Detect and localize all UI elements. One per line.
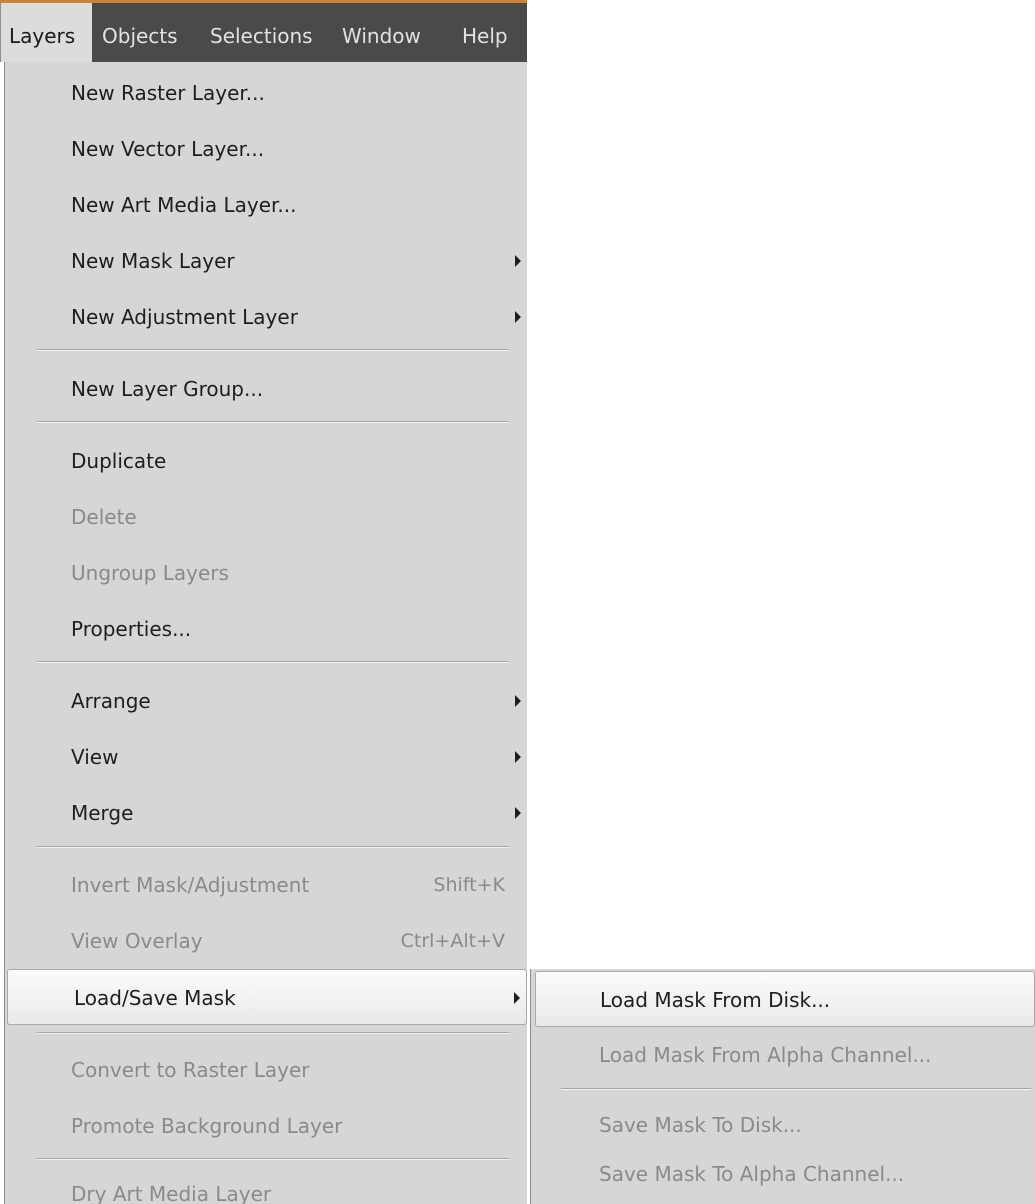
menu-item-label: New Raster Layer... [71,81,265,105]
menubar-layers-label: Layers [9,24,76,48]
menubar-selections-label: Selections [210,24,313,48]
menubar-help[interactable]: Help [462,6,508,62]
menu-item-dry-art-media-layer[interactable]: Dry Art Media Layer [5,1166,527,1204]
menu-separator [37,421,509,423]
menu-item-label: New Layer Group... [71,377,264,401]
menu-item-new-layer-group[interactable]: New Layer Group... [5,361,527,417]
menu-item-view-overlay[interactable]: View Overlay Ctrl+Alt+V [5,913,527,969]
load-save-mask-submenu: Load Mask From Disk... Load Mask From Al… [530,969,1035,1204]
menu-item-label: New Art Media Layer... [71,193,297,217]
menu-item-invert-mask-adjustment[interactable]: Invert Mask/Adjustment Shift+K [5,857,527,913]
menu-item-label: View Overlay [71,929,203,953]
submenu-arrow-icon [515,807,521,819]
submenu-item-load-mask-from-alpha-channel[interactable]: Load Mask From Alpha Channel... [531,1027,1035,1083]
menu-item-new-raster-layer[interactable]: New Raster Layer... [5,65,527,121]
submenu-item-label: Save Mask To Alpha Channel... [599,1162,905,1186]
menu-item-label: Invert Mask/Adjustment [71,873,310,897]
menu-item-shortcut: Ctrl+Alt+V [400,930,505,952]
menu-item-label: View [71,745,119,769]
menu-item-load-save-mask[interactable]: Load/Save Mask [7,969,527,1025]
menu-item-view[interactable]: View [5,729,527,785]
menu-item-new-vector-layer[interactable]: New Vector Layer... [5,121,527,177]
menu-item-delete[interactable]: Delete [5,489,527,545]
menu-item-label: Arrange [71,689,151,713]
submenu-item-label: Save Mask To Disk... [599,1113,802,1137]
menu-item-label: Merge [71,801,134,825]
menu-item-label: Ungroup Layers [71,561,229,585]
menu-item-duplicate[interactable]: Duplicate [5,433,527,489]
submenu-item-load-mask-from-disk[interactable]: Load Mask From Disk... [535,971,1035,1027]
submenu-separator [561,1088,1031,1090]
submenu-item-label: Load Mask From Disk... [600,988,831,1012]
menu-item-label: Load/Save Mask [74,986,236,1010]
submenu-arrow-icon [515,695,521,707]
menu-item-new-mask-layer[interactable]: New Mask Layer [5,233,527,289]
menu-item-label: Convert to Raster Layer [71,1058,310,1082]
menu-item-label: Promote Background Layer [71,1114,343,1138]
menu-item-new-art-media-layer[interactable]: New Art Media Layer... [5,177,527,233]
submenu-item-save-mask-to-alpha-channel[interactable]: Save Mask To Alpha Channel... [531,1146,1035,1202]
menu-item-label: Dry Art Media Layer [71,1182,272,1204]
submenu-arrow-icon [515,751,521,763]
menu-separator [37,1158,509,1160]
menu-item-convert-to-raster-layer[interactable]: Convert to Raster Layer [5,1042,527,1098]
menu-item-label: Properties... [71,617,192,641]
menu-item-label: Delete [71,505,137,529]
menubar-layers[interactable]: Layers [0,3,92,62]
menu-separator [37,349,509,351]
submenu-item-label: Load Mask From Alpha Channel... [599,1043,932,1067]
submenu-arrow-icon [514,992,520,1004]
submenu-arrow-icon [515,255,521,267]
menu-item-label: New Mask Layer [71,249,235,273]
menu-item-promote-background-layer[interactable]: Promote Background Layer [5,1098,527,1154]
submenu-item-save-mask-to-disk[interactable]: Save Mask To Disk... [531,1097,1035,1153]
menu-bar: Layers Objects Selections Window Help [0,0,527,62]
menubar-window-label: Window [342,24,421,48]
menubar-help-label: Help [462,24,508,48]
menu-item-label: New Vector Layer... [71,137,265,161]
layers-menu: New Raster Layer... New Vector Layer... … [4,62,527,1204]
menu-item-ungroup-layers[interactable]: Ungroup Layers [5,545,527,601]
menubar-selections[interactable]: Selections [210,6,313,62]
menu-item-label: New Adjustment Layer [71,305,298,329]
menu-item-properties[interactable]: Properties... [5,601,527,657]
menu-item-label: Duplicate [71,449,167,473]
menu-item-arrange[interactable]: Arrange [5,673,527,729]
menubar-objects-label: Objects [102,24,178,48]
menubar-window[interactable]: Window [342,6,421,62]
submenu-arrow-icon [515,311,521,323]
app-stage: Layers Objects Selections Window Help Ne… [0,0,1035,1204]
menu-separator [37,846,509,848]
menu-item-new-adjustment-layer[interactable]: New Adjustment Layer [5,289,527,345]
menubar-objects[interactable]: Objects [102,6,178,62]
menu-separator [37,1032,509,1034]
menu-separator [37,661,509,663]
menu-item-merge[interactable]: Merge [5,785,527,841]
menu-item-shortcut: Shift+K [433,874,505,896]
